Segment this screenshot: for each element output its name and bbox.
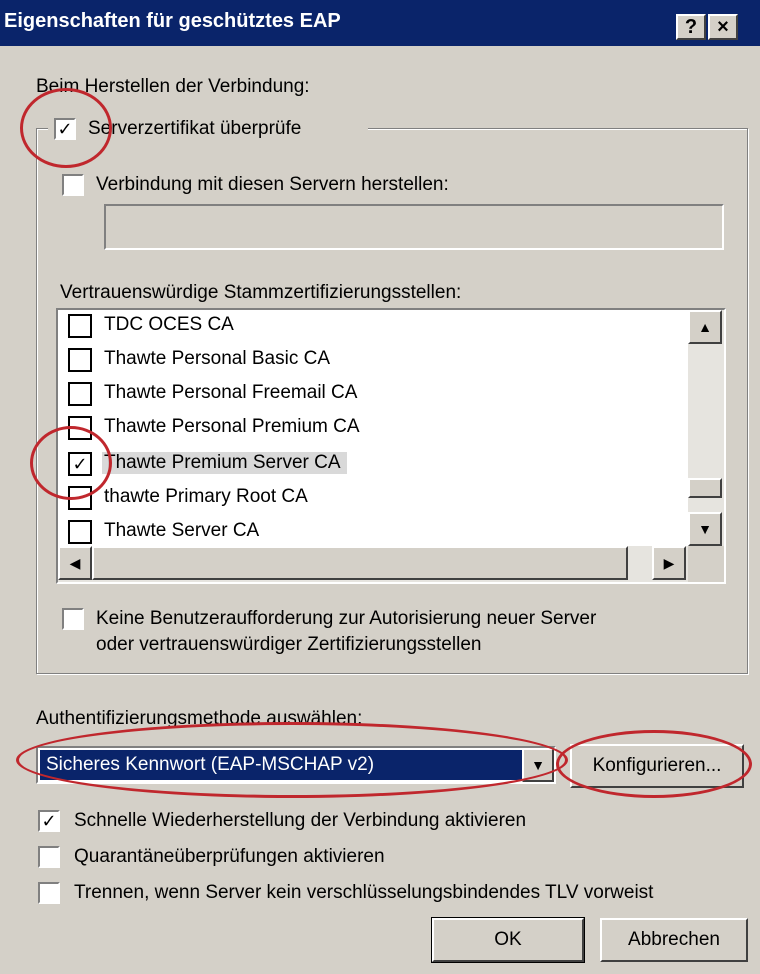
vertical-scrollbar[interactable]: ▲ ▼	[688, 310, 724, 546]
ca-label: Thawte Server CA	[104, 520, 260, 541]
ca-checkbox-checked[interactable]: ✓	[68, 452, 92, 476]
no-prompt-label-line2[interactable]: oder vertrauenswürdiger Zertifizierungss…	[96, 634, 481, 656]
disconnect-tlv-label[interactable]: Trennen, wenn Server kein verschlüsselun…	[74, 882, 653, 904]
trusted-ca-label: Vertrauenswürdige Stammzertifizierungsst…	[60, 282, 462, 303]
ca-label: thawte Primary Root CA	[104, 486, 308, 507]
fast-reconnect-label[interactable]: Schnelle Wiederherstellung der Verbindun…	[74, 810, 526, 832]
cancel-button[interactable]: Abbrechen	[600, 918, 748, 962]
ca-checkbox[interactable]	[68, 314, 92, 338]
scroll-left-icon[interactable]: ◀	[58, 546, 92, 580]
horizontal-scroll-thumb[interactable]	[92, 546, 628, 580]
ca-checkbox[interactable]	[68, 348, 92, 372]
configure-button[interactable]: Konfigurieren...	[570, 744, 744, 788]
ca-label: Thawte Premium Server CA	[102, 452, 347, 474]
verify-cert-label[interactable]: Serverzertifikat überprüfe	[88, 118, 301, 140]
help-button[interactable]: ?	[676, 14, 706, 40]
close-button[interactable]: ×	[708, 14, 738, 40]
verify-cert-checkbox[interactable]: ✓	[54, 118, 76, 140]
scroll-up-icon[interactable]: ▲	[688, 310, 722, 344]
scrollbar-corner	[688, 546, 724, 582]
eap-properties-dialog: Eigenschaften für geschütztes EAP ? × Be…	[0, 0, 760, 974]
title-bar: Eigenschaften für geschütztes EAP ? ×	[0, 0, 760, 46]
fast-reconnect-checkbox[interactable]: ✓	[38, 810, 60, 832]
no-prompt-checkbox[interactable]	[62, 608, 84, 630]
trusted-ca-list[interactable]: TDC OCES CA Thawte Personal Basic CA Tha…	[56, 308, 726, 584]
auth-method-select[interactable]: Sicheres Kennwort (EAP-MSCHAP v2) ▼	[36, 746, 556, 784]
groupbox-header: ✓ Serverzertifikat überprüfe	[48, 116, 368, 142]
quarantine-checkbox[interactable]	[38, 846, 60, 868]
window-title: Eigenschaften für geschütztes EAP	[4, 10, 341, 32]
dropdown-arrow-icon[interactable]: ▼	[522, 748, 554, 782]
horizontal-scrollbar[interactable]: ◀ ▶	[58, 546, 688, 582]
ca-checkbox[interactable]	[68, 486, 92, 510]
quarantine-label[interactable]: Quarantäneüberprüfungen aktivieren	[74, 846, 385, 868]
scroll-right-icon[interactable]: ▶	[652, 546, 686, 580]
auth-method-label: Authentifizierungsmethode auswählen:	[36, 708, 363, 729]
ca-checkbox[interactable]	[68, 382, 92, 406]
ok-button[interactable]: OK	[431, 917, 585, 963]
ca-checkbox[interactable]	[68, 520, 92, 544]
connection-label: Beim Herstellen der Verbindung:	[36, 76, 310, 97]
connect-servers-checkbox[interactable]	[62, 174, 84, 196]
no-prompt-label-line1[interactable]: Keine Benutzeraufforderung zur Autorisie…	[96, 608, 596, 630]
vertical-scroll-thumb[interactable]	[688, 478, 722, 498]
disconnect-tlv-checkbox[interactable]	[38, 882, 60, 904]
ca-label: TDC OCES CA	[104, 314, 234, 335]
ca-label: Thawte Personal Freemail CA	[104, 382, 358, 403]
auth-method-value: Sicheres Kennwort (EAP-MSCHAP v2)	[40, 750, 522, 780]
ca-label: Thawte Personal Basic CA	[104, 348, 330, 369]
scroll-down-icon[interactable]: ▼	[688, 512, 722, 546]
connect-servers-label[interactable]: Verbindung mit diesen Servern herstellen…	[96, 174, 449, 196]
ca-label: Thawte Personal Premium CA	[104, 416, 360, 437]
ca-checkbox[interactable]	[68, 416, 92, 440]
servers-input[interactable]	[104, 204, 724, 250]
